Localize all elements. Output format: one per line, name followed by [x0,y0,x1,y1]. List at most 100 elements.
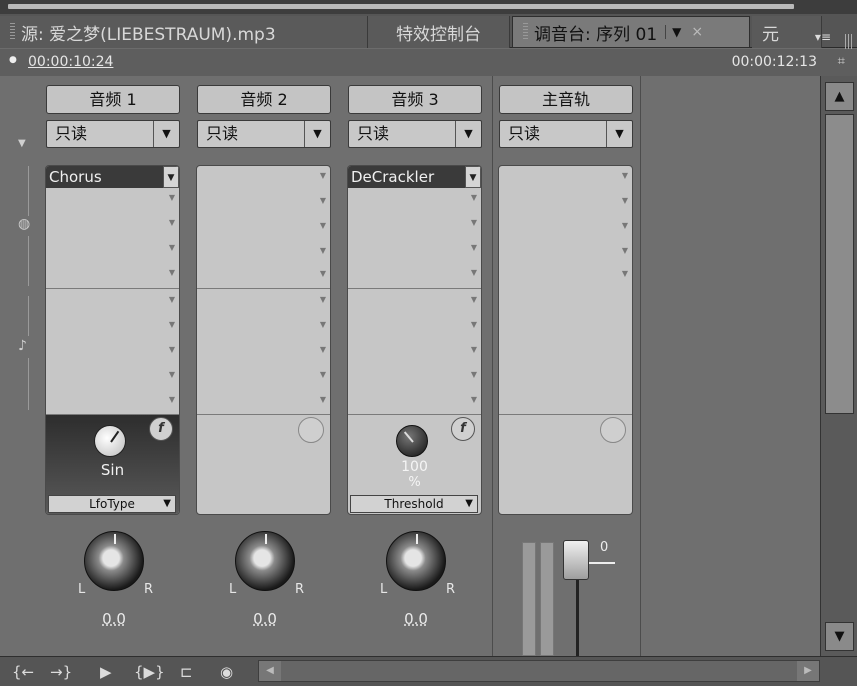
chevron-down-icon: ▼ [168,395,175,404]
effect-slot[interactable]: ▼ [348,188,481,213]
send-slot[interactable]: ▼ [197,365,330,390]
effect-slot[interactable]: ▼ [197,241,330,266]
pan-knob[interactable] [235,531,295,591]
effect-slot[interactable]: ▼ [197,216,330,241]
record-icon[interactable]: ◉ [220,661,233,683]
level-meter-right [540,542,554,656]
effect-slot[interactable]: ▼ [46,238,179,263]
send-slot[interactable]: ▼ [46,290,179,315]
pan-knob[interactable] [84,531,144,591]
pan-value[interactable]: 0.0 [376,610,456,628]
scroll-left-icon[interactable]: ◀ [259,661,281,681]
effect-slot[interactable]: ▼ [499,166,632,191]
send-slot[interactable]: ▼ [348,315,481,340]
pan-indicator [114,534,116,544]
automation-mode-select[interactable]: 只读 ▼ [46,120,180,148]
scroll-up-icon[interactable]: ▲ [825,82,854,111]
scroll-thumb[interactable] [825,114,854,414]
automation-mode-select[interactable]: 只读 ▼ [197,120,331,148]
effect-slot[interactable]: ▼ [348,238,481,263]
automation-mode-label: 只读 [357,124,390,143]
pan-right-label: R [295,582,305,597]
play-icon[interactable]: ▶ [100,661,112,683]
effect-slot[interactable]: ▼ [348,213,481,238]
chevron-down-icon[interactable]: ▼ [665,25,681,39]
go-to-in-icon[interactable]: {← [12,661,34,683]
pan-right-label: R [446,582,456,597]
parameter-select[interactable]: LfoType ▼ [48,495,176,513]
fx-bypass-icon[interactable]: f [149,417,173,441]
chevron-down-icon: ▼ [319,395,326,404]
chevron-down-icon[interactable]: ▼ [163,166,179,188]
panel-menu-icon[interactable]: ▾≡ [815,30,831,44]
effect-slot[interactable]: ▼ [46,263,179,288]
go-to-out-icon[interactable]: →} [50,661,72,683]
chevron-down-icon: ▼ [319,171,326,180]
parameter-knob[interactable] [94,425,126,457]
send-slot[interactable]: ▼ [197,315,330,340]
parameter-select[interactable]: Threshold ▼ [350,495,478,513]
fx-bypass-icon[interactable] [298,417,324,443]
pan-value[interactable]: 0.0 [225,610,305,628]
tab-grip [523,23,528,41]
effect-slot[interactable]: ▼ [499,241,632,266]
chevron-down-icon: ▼ [319,269,326,278]
chevron-down-icon: ▼ [168,193,175,202]
fx-bypass-icon[interactable]: f [451,417,475,441]
send-slot[interactable]: ▼ [46,315,179,340]
effect-slot[interactable]: ▼ [499,191,632,216]
send-slot[interactable]: ▼ [197,340,330,365]
play-in-to-out-icon[interactable]: {▶} [134,661,165,683]
send-slot[interactable]: ▼ [46,340,179,365]
timebar-menu-icon[interactable]: ⌗ [838,54,845,69]
parameter-name: LfoType [89,497,135,511]
title-strip-bar [8,4,794,9]
effect-slot[interactable]: ▼ [197,191,330,216]
scroll-down-icon[interactable]: ▼ [825,622,854,651]
close-icon[interactable]: × [691,24,703,40]
send-slot[interactable]: ▼ [197,290,330,315]
tab-audio-mixer[interactable]: 调音台: 序列 01 ▼ × [512,16,750,48]
send-slot[interactable]: ▼ [46,390,179,415]
send-slot[interactable]: ▼ [348,290,481,315]
scroll-right-icon[interactable]: ▶ [797,661,819,681]
horizontal-scrollbar[interactable]: ◀ ▶ [258,660,820,682]
vertical-scrollbar[interactable]: ▲ ▼ [820,76,857,656]
volume-fader[interactable] [563,540,589,580]
channel-name[interactable]: 主音轨 [499,85,633,114]
channel-name[interactable]: 音频 1 [46,85,180,114]
tab-effect-controls[interactable]: 特效控制台 [368,16,510,48]
effect-slot-1[interactable]: DeCrackler ▼ [348,166,481,188]
loop-icon[interactable]: ⊏ [180,661,193,683]
chevron-down-icon: ▼ [319,345,326,354]
send-slot[interactable]: ▼ [348,365,481,390]
pan-knob[interactable] [386,531,446,591]
effect-slot[interactable]: ▼ [197,166,330,191]
chevron-down-icon[interactable]: ▼ [465,166,481,188]
current-timecode[interactable]: 00:00:10:24 [28,54,113,70]
effect-slot[interactable]: ▼ [499,264,632,289]
send-slot[interactable]: ▼ [348,340,481,365]
send-slot[interactable]: ▼ [46,365,179,390]
automation-mode-select[interactable]: 只读 ▼ [499,120,633,148]
send-slot[interactable]: ▼ [197,390,330,415]
automation-mode-label: 只读 [508,124,541,143]
effect-slot[interactable]: ▼ [499,216,632,241]
fader-value[interactable]: 0 [600,540,608,555]
tab-source[interactable]: 源: 爱之梦(LIEBESTRAUM).mp3 [0,16,368,48]
effect-slot-1[interactable]: Chorus ▼ [46,166,179,188]
effect-slot[interactable]: ▼ [348,263,481,288]
collapse-triangle-icon[interactable]: ▼ [18,138,26,149]
tab-metadata[interactable]: 元 [752,16,822,48]
channel-name[interactable]: 音频 3 [348,85,482,114]
effect-slot[interactable]: ▼ [197,264,330,289]
parameter-knob[interactable] [396,425,428,457]
playhead-marker-icon: ● [9,55,17,65]
fx-bypass-icon[interactable] [600,417,626,443]
pan-value[interactable]: 0.0 [74,610,154,628]
channel-name[interactable]: 音频 2 [197,85,331,114]
send-slot[interactable]: ▼ [348,390,481,415]
effect-slot[interactable]: ▼ [46,213,179,238]
automation-mode-select[interactable]: 只读 ▼ [348,120,482,148]
effect-slot[interactable]: ▼ [46,188,179,213]
